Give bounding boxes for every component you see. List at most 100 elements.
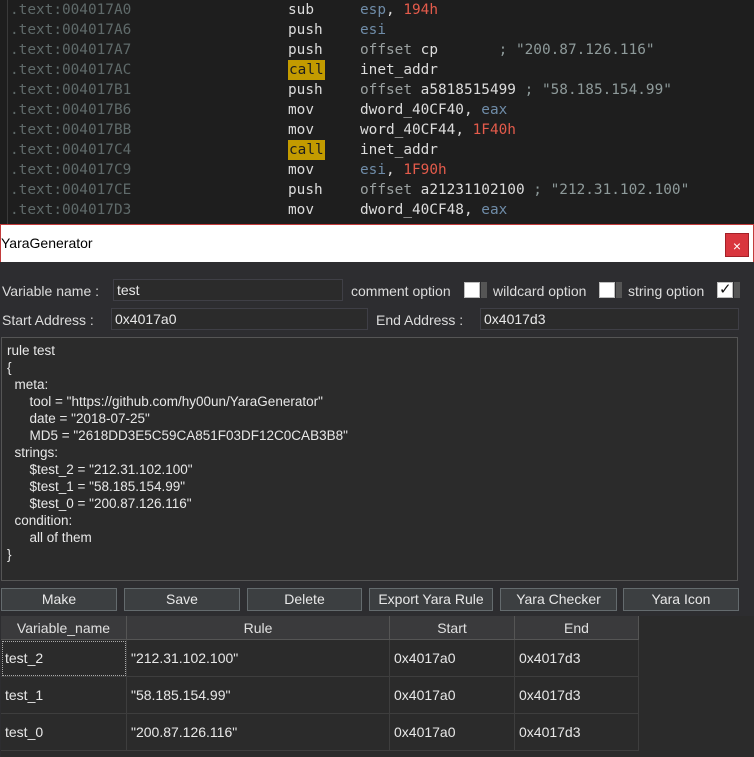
disasm-operand: dword_40CF40 — [360, 102, 464, 118]
cell-start[interactable]: 0x4017a0 — [390, 640, 515, 677]
cell-variable-name[interactable]: test_1 — [1, 677, 127, 714]
disasm-operand: , — [463, 102, 482, 118]
string-option-checkbox[interactable] — [717, 280, 733, 298]
variable-name-input[interactable] — [113, 279, 343, 301]
disasm-operands: offset a21231102100 ; "212.31.102.100" — [360, 180, 689, 200]
table-empty-area — [639, 640, 754, 757]
cell-end[interactable]: 0x4017d3 — [515, 640, 639, 677]
disasm-operand: , — [386, 162, 404, 178]
disasm-line[interactable]: .text:004017CE push offset a21231102100 ; … — [0, 180, 754, 200]
close-button[interactable]: × — [725, 233, 749, 257]
yara-checker-button[interactable]: Yara Checker — [500, 588, 617, 611]
variable-name-label: Variable name : — [2, 283, 100, 299]
disassembly-view: .text:004017A0 sub esp, 194h .text:004017A6… — [0, 0, 754, 224]
disasm-mnemonic: mov — [288, 102, 314, 118]
rule-text-area[interactable]: rule test { meta: tool = "https://github… — [1, 337, 738, 581]
save-button[interactable]: Save — [124, 588, 240, 611]
comment-option-label: comment option — [351, 283, 451, 299]
comment-option-checkbox[interactable] — [464, 282, 480, 298]
cell-variable-name[interactable]: test_0 — [1, 714, 127, 751]
cell-start[interactable]: 0x4017a0 — [390, 677, 515, 714]
disasm-line[interactable]: .text:004017A6 push esi — [0, 20, 754, 40]
cell-rule[interactable]: "212.31.102.100" — [127, 640, 390, 677]
disasm-address: .text:004017B6 — [10, 102, 132, 118]
disasm-mnemonic: mov — [288, 202, 314, 218]
disasm-address: .text:004017A6 — [10, 22, 132, 38]
disasm-address: .text:004017C9 — [10, 162, 132, 178]
string-option-track — [734, 282, 740, 298]
disasm-line[interactable]: .text:004017C9 mov esi, 1F90h — [0, 160, 754, 180]
disasm-operand: a5818515499 — [420, 82, 516, 98]
disasm-mnemonic: call — [288, 60, 325, 80]
disasm-operand: ; "212.31.102.100" — [524, 182, 690, 198]
disasm-mnemonic: mov — [288, 122, 314, 138]
disasm-operands: word_40CF44, 1F40h — [360, 120, 516, 140]
disasm-mnemonic: call — [288, 140, 325, 160]
cell-rule[interactable]: "200.87.126.116" — [127, 714, 390, 751]
cell-end[interactable]: 0x4017d3 — [515, 677, 639, 714]
disasm-operand: esi — [360, 162, 386, 178]
disasm-operand: 1F90h — [403, 162, 447, 178]
disasm-operand: ; "58.185.154.99" — [515, 82, 672, 98]
cell-rule[interactable]: "58.185.154.99" — [127, 677, 390, 714]
cell-start[interactable]: 0x4017a0 — [390, 714, 515, 751]
disasm-address: .text:004017AC — [10, 62, 132, 78]
yara-icon-button[interactable]: Yara Icon — [623, 588, 739, 611]
disasm-operand: offset — [360, 182, 421, 198]
disasm-operands: offset cp ; "200.87.126.116" — [360, 40, 655, 60]
wildcard-option-checkbox[interactable] — [599, 282, 615, 298]
wildcard-option-track — [616, 282, 622, 298]
column-header-rule[interactable]: Rule — [127, 616, 390, 640]
disasm-operand: offset — [360, 82, 421, 98]
disasm-operands: esp, 194h — [360, 0, 438, 20]
disasm-operand: inet_addr — [360, 142, 438, 158]
end-address-label: End Address : — [376, 312, 464, 328]
disasm-operand: eax — [481, 202, 508, 218]
make-button[interactable]: Make — [1, 588, 117, 611]
disasm-line[interactable]: .text:004017A0 sub esp, 194h — [0, 0, 754, 20]
disasm-operand: word_40CF44 — [360, 122, 456, 138]
disasm-line[interactable]: .text:004017AC call inet_addr — [0, 60, 754, 80]
start-address-input[interactable] — [111, 308, 368, 330]
column-header-start[interactable]: Start — [390, 616, 515, 640]
column-header-end[interactable]: End — [515, 616, 639, 640]
wildcard-option-label: wildcard option — [493, 283, 587, 299]
end-address-input[interactable] — [480, 308, 739, 330]
delete-button[interactable]: Delete — [247, 588, 362, 611]
export-yara-rule-button[interactable]: Export Yara Rule — [369, 588, 493, 611]
disasm-operands: inet_addr — [360, 140, 438, 160]
table-row[interactable]: test_1 "58.185.154.99" 0x4017a0 0x4017d3 — [1, 677, 639, 714]
disasm-line[interactable]: .text:004017C4 call inet_addr — [0, 140, 754, 160]
window-title: YaraGenerator — [1, 235, 93, 251]
disasm-line[interactable]: .text:004017A7 push offset cp ; "200.87.12… — [0, 40, 754, 60]
comment-option-track — [481, 282, 487, 298]
table-row[interactable]: test_0 "200.87.126.116" 0x4017a0 0x4017d… — [1, 714, 639, 751]
table-row[interactable]: test_2 "212.31.102.100" 0x4017a0 0x4017d… — [1, 640, 639, 677]
disasm-operand: , — [455, 122, 473, 138]
disasm-operand: cp — [420, 42, 438, 58]
disasm-operands: inet_addr — [360, 60, 438, 80]
string-option-label: string option — [628, 283, 705, 299]
cell-end[interactable]: 0x4017d3 — [515, 714, 639, 751]
column-header-variable-name[interactable]: Variable_name — [1, 616, 127, 640]
disasm-line[interactable]: .text:004017B1 push offset a5818515499 ; "… — [0, 80, 754, 100]
title-bar[interactable]: YaraGenerator × — [0, 225, 754, 262]
cell-variable-name[interactable]: test_2 — [1, 640, 127, 677]
disasm-line[interactable]: .text:004017B6 mov dword_40CF40, eax — [0, 100, 754, 120]
disasm-address: .text:004017A7 — [10, 42, 132, 58]
disasm-address: .text:004017CE — [10, 182, 132, 198]
disasm-address: .text:004017BB — [10, 122, 132, 138]
disasm-operands: esi — [360, 20, 386, 40]
disasm-operand: ; "200.87.126.116" — [437, 42, 655, 58]
disasm-operands: dword_40CF48, eax — [360, 200, 507, 220]
disasm-operand: , — [463, 202, 482, 218]
yara-generator-dialog: YaraGenerator × Variable name : comment … — [0, 224, 754, 757]
disasm-line[interactable]: .text:004017D3 mov dword_40CF48, eax — [0, 200, 754, 220]
disasm-operands: dword_40CF40, eax — [360, 100, 507, 120]
rules-table: Variable_name Rule Start End test_2 "212… — [1, 616, 754, 757]
disasm-operand: 1F40h — [472, 122, 516, 138]
disasm-line[interactable]: .text:004017BB mov word_40CF44, 1F40h — [0, 120, 754, 140]
disasm-address: .text:004017D3 — [10, 202, 132, 218]
disasm-operand: 194h — [403, 2, 438, 18]
disasm-address: .text:004017A0 — [10, 2, 132, 18]
